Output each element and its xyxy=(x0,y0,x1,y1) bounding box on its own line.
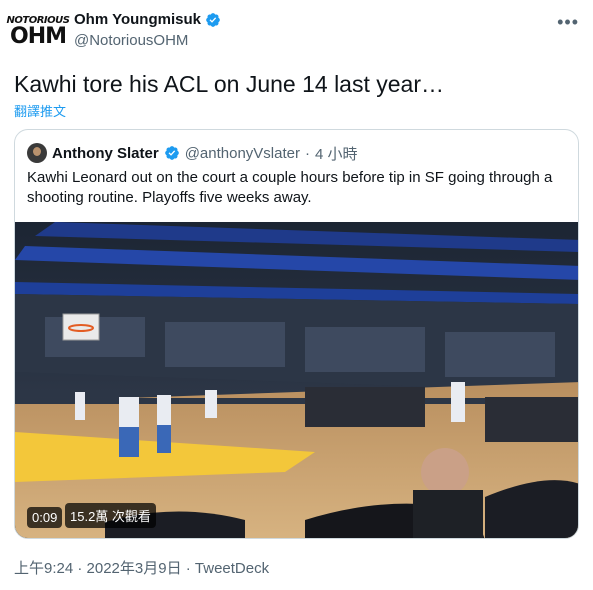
quoted-tweet-header: Anthony Slater @anthonyVslater · 4 小時 xyxy=(27,142,358,164)
separator-dot: · xyxy=(304,144,310,162)
verified-badge-icon xyxy=(164,146,179,160)
translate-tweet-link[interactable]: 翻譯推文 xyxy=(14,101,66,120)
verified-badge-icon xyxy=(206,13,220,27)
quoted-avatar[interactable] xyxy=(27,143,47,163)
tweet-text: Kawhi tore his ACL on June 14 last year… xyxy=(14,71,444,97)
quoted-handle[interactable]: @anthonyVslater xyxy=(185,145,300,162)
tweet-timestamp[interactable]: 上午9:24 · 2022年3月9日 · TweetDeck xyxy=(14,557,269,578)
avatar-text-bottom: OHM xyxy=(10,24,67,49)
quoted-text: Kawhi Leonard out on the court a couple … xyxy=(27,169,553,206)
video-player[interactable]: 0:09 15.2萬 次觀看 xyxy=(15,222,578,538)
avatar[interactable]: NOTORIOUS OHM xyxy=(7,10,70,54)
quoted-display-name[interactable]: Anthony Slater xyxy=(52,145,159,162)
author-display-name-row[interactable]: Ohm Youngmisuk xyxy=(74,10,221,30)
author-handle[interactable]: @NotoriousOHM xyxy=(74,31,221,51)
video-thumbnail xyxy=(15,222,578,538)
more-options-icon[interactable]: ••• xyxy=(557,12,579,33)
author-display-name[interactable]: Ohm Youngmisuk xyxy=(74,10,201,30)
video-duration: 0:09 xyxy=(27,507,63,528)
author-block: Ohm Youngmisuk @NotoriousOHM xyxy=(74,10,221,51)
quoted-timestamp[interactable]: 4 小時 xyxy=(315,143,358,164)
video-view-count: 15.2萬 次觀看 xyxy=(65,503,156,528)
quoted-tweet[interactable]: Anthony Slater @anthonyVslater · 4 小時 Ka… xyxy=(14,129,579,539)
tweet-header: NOTORIOUS OHM Ohm Youngmisuk @NotoriousO… xyxy=(7,10,579,54)
